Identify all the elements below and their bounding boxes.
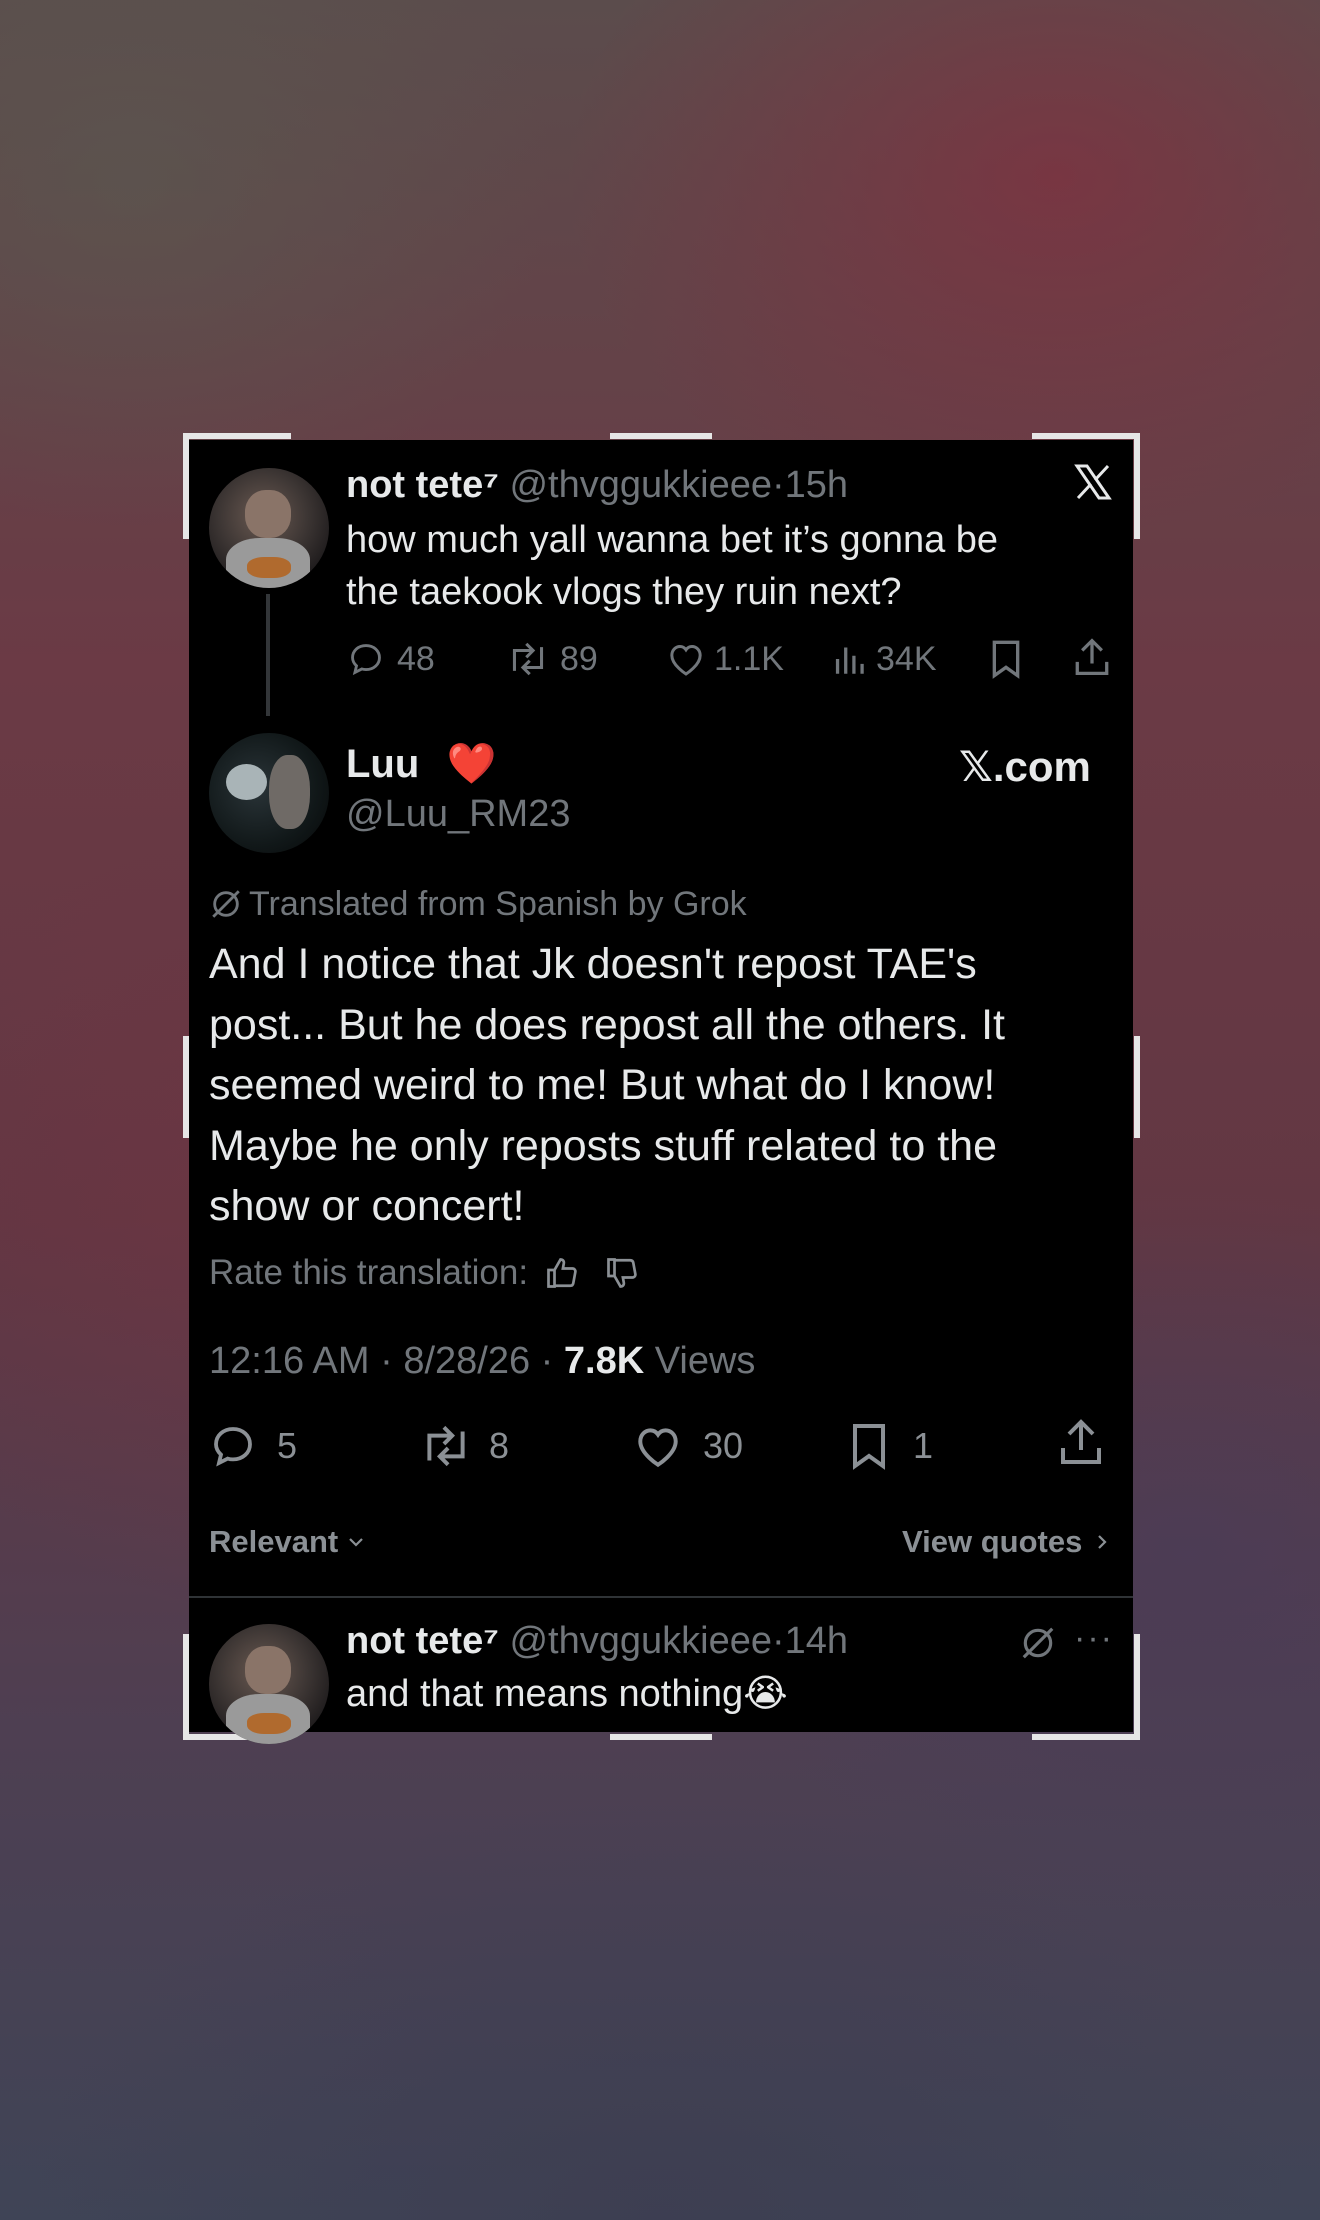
- sort-label: Relevant: [209, 1524, 339, 1559]
- like-count: 30: [703, 1425, 744, 1466]
- handle[interactable]: @thvggukkieee: [509, 1620, 772, 1662]
- post-body-line: seemed weird to me! But what do I know!: [209, 1061, 996, 1109]
- crop-edge-right[interactable]: [1134, 1036, 1140, 1138]
- divider: [189, 1596, 1133, 1598]
- like-button[interactable]: 30: [633, 1416, 743, 1476]
- crop-corner-bottom-right[interactable]: [1032, 1734, 1140, 1740]
- post-body-line: post... But he does repost all the other…: [209, 1000, 1005, 1049]
- view-quotes-link[interactable]: View quotes: [902, 1520, 1114, 1564]
- rate-label: Rate this translation:: [209, 1253, 529, 1292]
- share-button[interactable]: [1074, 637, 1110, 677]
- reply-count: 5: [277, 1425, 298, 1466]
- rate-translation: Rate this translation:: [209, 1250, 640, 1296]
- translated-label: Translated from Spanish by Grok: [249, 885, 747, 923]
- thread-line: [266, 594, 270, 716]
- repost-icon: [427, 1425, 465, 1467]
- views-count: 34K: [876, 639, 937, 678]
- crop-corner-top-left[interactable]: [183, 433, 291, 439]
- reply-header: not tete⁷ @thvggukkieee·14h: [346, 1616, 848, 1666]
- post-body-line: Maybe he only reposts stuff related to t…: [209, 1121, 998, 1170]
- heart-icon: [670, 644, 702, 676]
- share-icon: [1075, 638, 1109, 675]
- crop-edge-bottom[interactable]: [610, 1734, 712, 1740]
- x-logo-icon[interactable]: [1073, 462, 1113, 502]
- view-quotes-label: View quotes: [902, 1524, 1083, 1559]
- author-name-row: Luu ❤️: [346, 739, 496, 789]
- post-meta: 12:16 AM · 8/28/26 · 7.8K Views: [209, 1336, 755, 1386]
- repost-button[interactable]: 89: [506, 635, 598, 683]
- crop-corner-top-right[interactable]: [1134, 433, 1140, 539]
- views-button[interactable]: 34K: [832, 635, 937, 683]
- chevron-down-icon: [349, 1538, 364, 1547]
- repost-icon: [512, 642, 544, 676]
- repost-count: 8: [489, 1425, 510, 1466]
- tweet-card: not tete⁷ @thvggukkieee·15h how much yal…: [189, 440, 1133, 1744]
- repost-count: 89: [560, 639, 598, 678]
- separator: ·: [771, 1620, 785, 1662]
- repost-button[interactable]: 8: [419, 1416, 509, 1476]
- handle[interactable]: @Luu_RM23: [346, 789, 570, 839]
- share-button[interactable]: [1059, 1418, 1103, 1466]
- reply-icon: [214, 1427, 252, 1467]
- timestamp[interactable]: 15h: [785, 464, 848, 506]
- reply-text-body: and that means nothing: [346, 1673, 744, 1715]
- bookmark-icon: [853, 1424, 885, 1470]
- grok-icon: [212, 890, 240, 918]
- bookmark-button[interactable]: [989, 639, 1023, 679]
- post-text-line: the taekook vlogs they ruin next?: [346, 571, 902, 613]
- post-timestamp[interactable]: 12:16 AM · 8/28/26 ·: [209, 1340, 553, 1382]
- post-text: how much yall wanna bet it’s gonna be th…: [346, 514, 998, 618]
- translation-banner[interactable]: Translated from Spanish by Grok: [209, 882, 747, 926]
- grok-icon[interactable]: [1019, 1624, 1057, 1667]
- bookmark-icon: [992, 640, 1020, 679]
- display-name[interactable]: not tete⁷: [346, 1620, 499, 1662]
- crop-corner-bottom-right[interactable]: [1134, 1634, 1140, 1740]
- bookmark-count: 1: [913, 1425, 934, 1466]
- reply-count: 48: [397, 639, 435, 678]
- post-body-line: And I notice that Jk doesn't repost TAE'…: [209, 940, 977, 988]
- reply-button[interactable]: 5: [209, 1416, 297, 1476]
- share-icon: [1061, 1419, 1101, 1464]
- post-body: And I notice that Jk doesn't repost TAE'…: [209, 934, 1005, 1237]
- handle[interactable]: @thvggukkieee: [509, 464, 772, 506]
- bookmark-button[interactable]: 1: [849, 1416, 933, 1476]
- crying-emoji-icon: 😭: [743, 1673, 788, 1715]
- reply-text: and that means nothing😭: [346, 1668, 788, 1720]
- thumbs-down-icon[interactable]: [604, 1255, 640, 1291]
- chevron-right-icon: [1098, 1535, 1107, 1549]
- heart-icon: [638, 1428, 678, 1468]
- timestamp[interactable]: 14h: [785, 1620, 848, 1662]
- views-count: 7.8K: [563, 1340, 645, 1382]
- crop-edge-top[interactable]: [610, 433, 712, 439]
- avatar[interactable]: [209, 733, 329, 853]
- like-button[interactable]: 1.1K: [666, 635, 784, 683]
- sort-dropdown[interactable]: Relevant: [209, 1520, 368, 1564]
- post-header: not tete⁷ @thvggukkieee·15h: [346, 460, 848, 510]
- views-icon: [835, 647, 864, 674]
- reply-icon: [351, 644, 381, 676]
- watermark: 𝕏.com: [959, 743, 1091, 790]
- heart-emoji-icon: ❤️: [446, 742, 497, 786]
- post-text-line: how much yall wanna bet it’s gonna be: [346, 519, 999, 561]
- avatar[interactable]: [209, 1624, 329, 1744]
- avatar[interactable]: [209, 468, 329, 588]
- thumbs-up-icon[interactable]: [544, 1255, 580, 1291]
- display-name[interactable]: Luu: [346, 742, 419, 786]
- like-count: 1.1K: [714, 639, 784, 678]
- display-name[interactable]: not tete⁷: [346, 464, 499, 506]
- post-body-line: show or concert!: [209, 1182, 525, 1230]
- more-options-icon[interactable]: ···: [1074, 1616, 1114, 1660]
- reply-button[interactable]: 48: [347, 635, 435, 683]
- views-label: Views: [654, 1340, 756, 1382]
- separator: ·: [771, 464, 785, 506]
- crop-corner-top-right[interactable]: [1032, 433, 1140, 439]
